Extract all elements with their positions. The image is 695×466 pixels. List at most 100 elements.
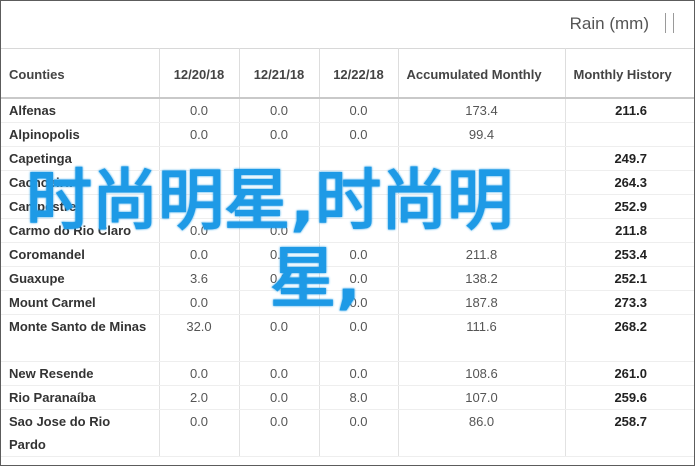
accumulated-cell: 138.2 [398, 266, 566, 291]
date-2-cell [239, 170, 320, 195]
county-cell: Rio Paranaíba [1, 385, 160, 410]
accumulated-cell: 99.4 [398, 122, 566, 147]
accumulated-cell [398, 170, 566, 195]
county-cell: Campestre [1, 194, 160, 219]
date-2-cell: 0.0 [239, 242, 320, 267]
date-2-cell [239, 290, 320, 315]
date-1-cell: 32.0 [159, 314, 240, 362]
history-cell: 273.3 [565, 290, 694, 315]
table-row: Monte Santo de Minas 32.0 0.0 0.0 111.6 268.2 [1, 314, 694, 362]
table-row: Rio Paranaíba 2.0 0.0 8.0 107.0 259.6 [1, 385, 694, 410]
column-header-history[interactable]: Monthly History [565, 48, 694, 99]
county-cell: Guaxupe [1, 266, 160, 291]
date-2-cell: 0.0 [239, 314, 320, 362]
county-cell: Alpinopolis [1, 122, 160, 147]
column-header-counties[interactable]: Counties [1, 48, 160, 99]
table-frame: Rain (mm) Counties 12/20/18 12/21/18 12/… [0, 0, 695, 466]
rain-table: Counties 12/20/18 12/21/18 12/22/18 Accu… [1, 48, 694, 457]
date-2-cell: 0.0 [239, 361, 320, 386]
table-row: New Resende 0.0 0.0 0.0 108.6 261.0 [1, 361, 694, 386]
history-cell: 253.4 [565, 242, 694, 267]
date-2-cell: 0.0 [239, 409, 320, 457]
county-cell: Coromandel [1, 242, 160, 267]
column-header-date-2[interactable]: 12/21/18 [239, 48, 320, 99]
history-cell: 211.6 [565, 98, 694, 123]
rain-header: Rain (mm) [569, 14, 649, 33]
county-cell: New Resende [1, 361, 160, 386]
column-header-accumulated[interactable]: Accumulated Monthly [398, 48, 566, 99]
date-3-cell: 0.0 [319, 242, 399, 267]
date-2-cell [239, 194, 320, 219]
accumulated-cell: 108.6 [398, 361, 566, 386]
table-row: Mount Carmel 0.0 0.0 187.8 273.3 [1, 290, 694, 315]
date-1-cell: 0.0 [159, 218, 240, 243]
date-3-cell: 8.0 [319, 385, 399, 410]
column-resize-handle[interactable] [665, 13, 674, 33]
accumulated-cell: 173.4 [398, 98, 566, 123]
table-row: Cachoeira 264.3 [1, 170, 694, 195]
history-cell: 261.0 [565, 361, 694, 386]
table-row: Coromandel 0.0 0.0 0.0 211.8 253.4 [1, 242, 694, 267]
history-cell: 249.7 [565, 146, 694, 171]
date-1-cell: 0.0 [159, 122, 240, 147]
county-cell: Capetinga [1, 146, 160, 171]
county-cell: Monte Santo de Minas [1, 314, 160, 362]
date-3-cell: 0.0 [319, 409, 399, 457]
date-1-cell [159, 146, 240, 171]
county-cell: Carmo do Rio Claro [1, 218, 160, 243]
date-3-cell [319, 146, 399, 171]
date-3-cell: 0.0 [319, 122, 399, 147]
table-row: Capetinga 249.7 [1, 146, 694, 171]
date-1-cell [159, 194, 240, 219]
accumulated-cell: 111.6 [398, 314, 566, 362]
table-row: Alpinopolis 0.0 0.0 0.0 99.4 [1, 122, 694, 147]
date-3-cell: 0.0 [319, 290, 399, 315]
date-2-cell: 0.0 [239, 122, 320, 147]
history-cell: 268.2 [565, 314, 694, 362]
column-header-date-3[interactable]: 12/22/18 [319, 48, 399, 99]
date-3-cell: 0.0 [319, 361, 399, 386]
county-cell: Alfenas [1, 98, 160, 123]
header-row: Counties 12/20/18 12/21/18 12/22/18 Accu… [1, 48, 694, 99]
county-cell: Mount Carmel [1, 290, 160, 315]
accumulated-cell [398, 194, 566, 219]
date-3-cell: 0.0 [319, 314, 399, 362]
date-3-cell: 0.0 [319, 266, 399, 291]
date-3-cell: 0.0 [319, 98, 399, 123]
history-cell: 211.8 [565, 218, 694, 243]
accumulated-cell: 86.0 [398, 409, 566, 457]
date-2-cell: 0.0 [239, 385, 320, 410]
date-1-cell: 2.0 [159, 385, 240, 410]
county-cell: Sao Jose do Rio Pardo [1, 409, 160, 457]
date-1-cell [159, 170, 240, 195]
date-2-cell: 0.0 [239, 98, 320, 123]
history-cell: 264.3 [565, 170, 694, 195]
date-2-cell: 0.0 [239, 266, 320, 291]
date-2-cell: 0.0 [239, 218, 320, 243]
history-cell: 259.6 [565, 385, 694, 410]
date-1-cell: 0.0 [159, 290, 240, 315]
table-row: Sao Jose do Rio Pardo 0.0 0.0 0.0 86.0 258.7 [1, 409, 694, 457]
date-3-cell [319, 194, 399, 219]
table-row: Guaxupe 3.6 0.0 0.0 138.2 252.1 [1, 266, 694, 291]
date-1-cell: 0.0 [159, 98, 240, 123]
accumulated-cell [398, 146, 566, 171]
accumulated-cell: 211.8 [398, 242, 566, 267]
table-topbar: Rain (mm) [1, 1, 694, 49]
history-cell [565, 122, 694, 147]
date-1-cell: 3.6 [159, 266, 240, 291]
date-3-cell [319, 218, 399, 243]
history-cell: 258.7 [565, 409, 694, 457]
accumulated-cell: 187.8 [398, 290, 566, 315]
date-1-cell: 0.0 [159, 242, 240, 267]
column-header-date-1[interactable]: 12/20/18 [159, 48, 240, 99]
county-cell: Cachoeira [1, 170, 160, 195]
accumulated-cell: 107.0 [398, 385, 566, 410]
accumulated-cell [398, 218, 566, 243]
date-2-cell [239, 146, 320, 171]
date-1-cell: 0.0 [159, 361, 240, 386]
date-1-cell: 0.0 [159, 409, 240, 457]
table-row: Alfenas 0.0 0.0 0.0 173.4 211.6 [1, 98, 694, 123]
table-row: Campestre 252.9 [1, 194, 694, 219]
date-3-cell [319, 170, 399, 195]
